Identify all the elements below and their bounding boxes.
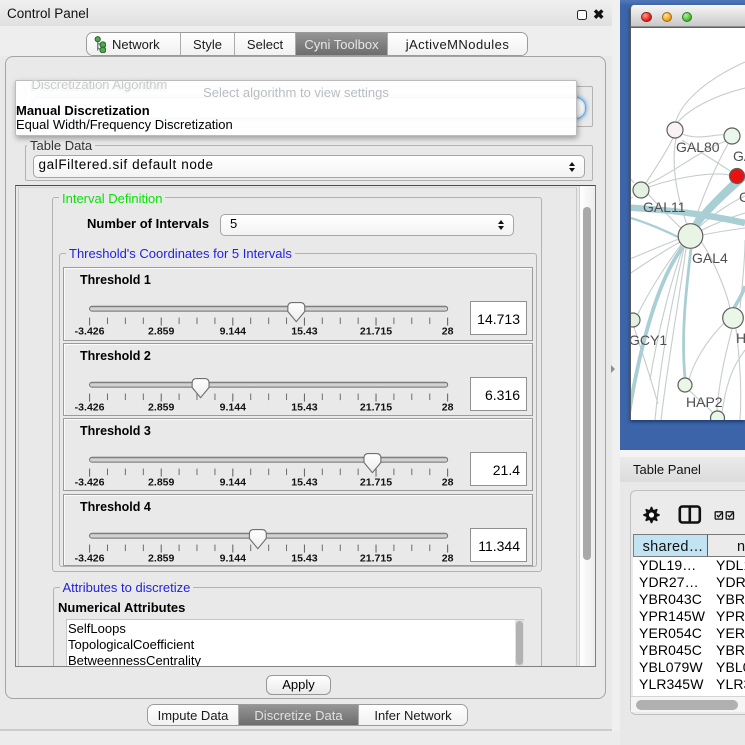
svg-text:GA: GA — [733, 148, 745, 164]
svg-text:GAL4: GAL4 — [692, 250, 728, 266]
svg-text:HAP2: HAP2 — [686, 394, 723, 410]
svg-text:GCY1: GCY1 — [631, 332, 667, 348]
svg-text:GAL11: GAL11 — [643, 199, 686, 215]
svg-text:GAL80: GAL80 — [676, 139, 720, 155]
svg-text:H: H — [736, 330, 745, 346]
svg-text:C: C — [739, 189, 745, 205]
